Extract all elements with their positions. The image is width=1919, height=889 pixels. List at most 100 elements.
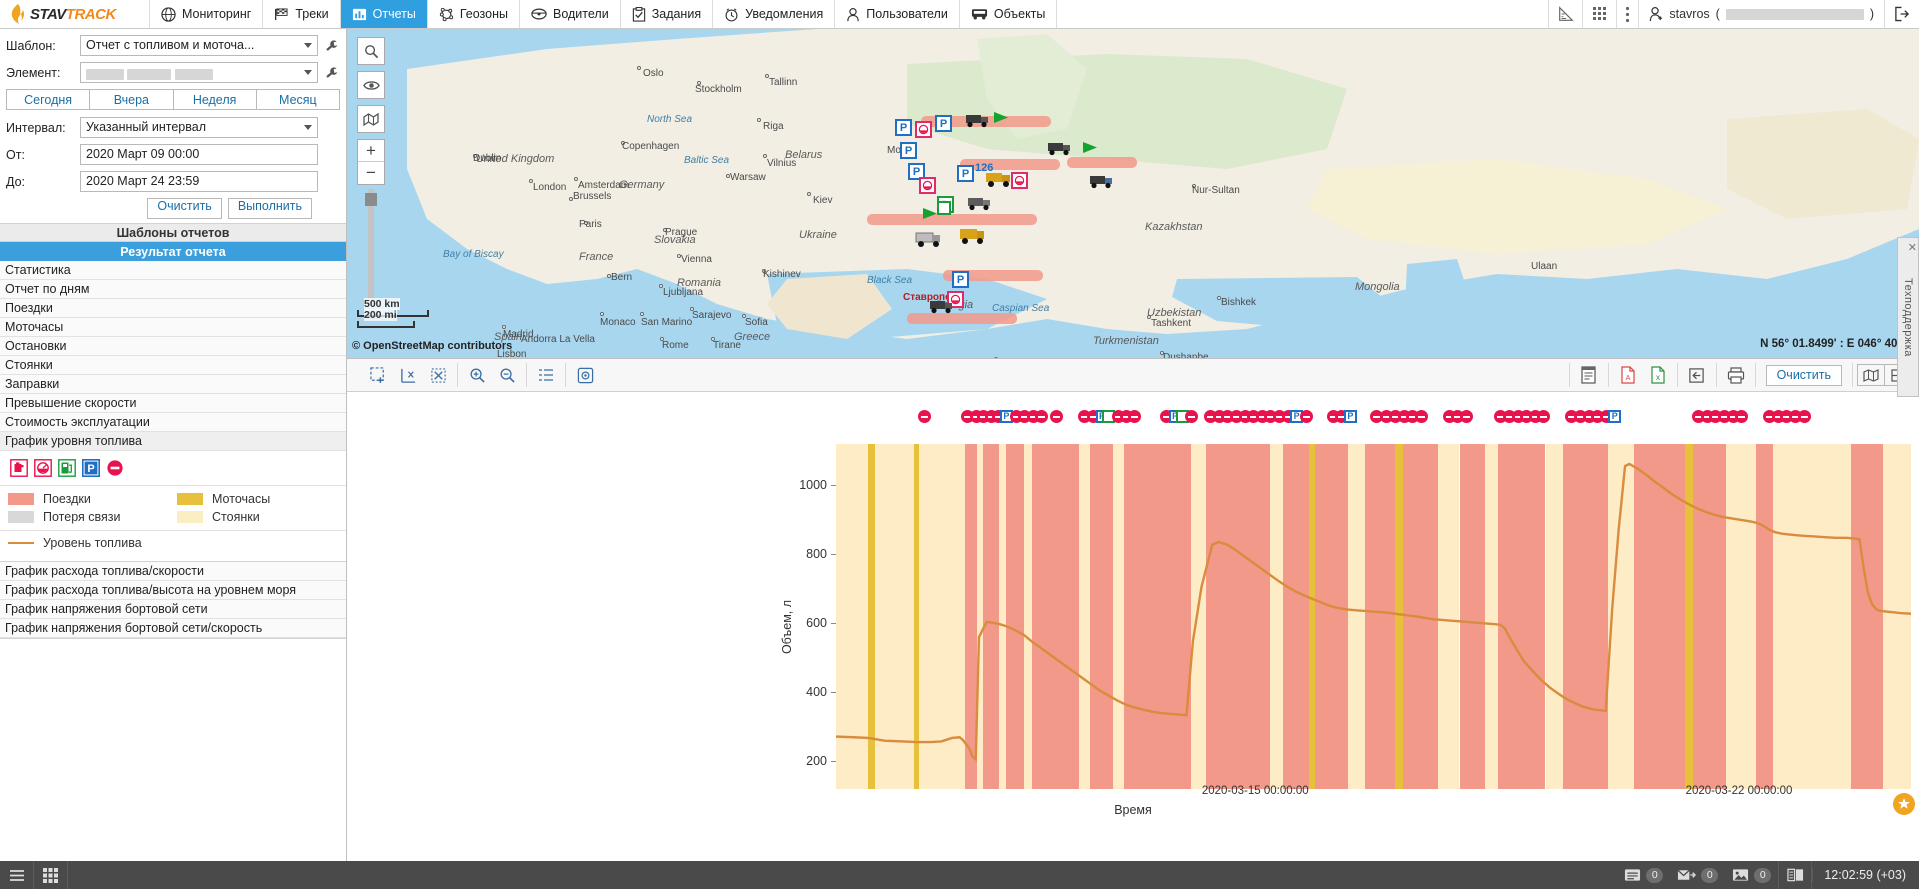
document-icon[interactable]	[1574, 359, 1604, 391]
eye-icon[interactable]	[357, 71, 385, 99]
status-messages[interactable]: 0	[1617, 867, 1670, 883]
map-marker-truck-8[interactable]	[929, 297, 955, 318]
report-item-fuel-speed-chart[interactable]: График расхода топлива/скорости	[0, 562, 346, 581]
report-item-daily-report[interactable]: Отчет по дням	[0, 280, 346, 299]
template-select[interactable]: Отчет с топливом и моточа...	[80, 35, 318, 56]
report-item-refuels[interactable]: Заправки	[0, 375, 346, 394]
report-item-engine-hours[interactable]: Моточасы	[0, 318, 346, 337]
template-settings-wrench-icon[interactable]	[322, 38, 340, 54]
nav-item-tracks[interactable]: Треки	[263, 0, 341, 28]
print-icon[interactable]	[1721, 359, 1751, 391]
execute-report-button[interactable]: Выполнить	[227, 198, 312, 219]
fuel-pump-icon[interactable]	[58, 459, 76, 477]
chart-event-parking-icon[interactable]: P	[1608, 410, 1622, 423]
close-icon[interactable]: ✕	[1908, 241, 1917, 254]
list-icon[interactable]	[531, 359, 561, 391]
grid-icon[interactable]	[34, 861, 68, 889]
zoom-in-button[interactable]: +	[358, 140, 384, 162]
report-item-trips[interactable]: Поездки	[0, 299, 346, 318]
zoom-slider-thumb[interactable]	[365, 193, 377, 206]
stop-icon[interactable]	[106, 459, 124, 477]
map-marker-parking-2[interactable]: P	[935, 115, 952, 132]
map-marker-green-square[interactable]	[937, 201, 951, 215]
map-marker-parking-1[interactable]: P	[895, 119, 912, 136]
ruler-icon[interactable]	[1549, 0, 1584, 28]
chart-event-stop-icon[interactable]	[1537, 410, 1551, 423]
import-icon[interactable]	[1682, 359, 1712, 391]
chart-clear-button[interactable]: Очистить	[1765, 364, 1842, 386]
logout-icon[interactable]	[1885, 0, 1919, 28]
map-marker-truck-1[interactable]	[965, 111, 991, 132]
clear-form-button[interactable]: Очистить	[147, 198, 222, 219]
chart-plot-area[interactable]: 200 400 600 800 1000	[799, 444, 1911, 789]
map-marker-truck-6[interactable]	[915, 229, 943, 252]
map-view[interactable]: North Sea Baltic Sea Bay of Biscay Black…	[347, 29, 1919, 359]
zoom-out-button[interactable]: −	[358, 162, 384, 184]
chart-event-stop-icon[interactable]	[1035, 410, 1049, 423]
report-item-stops[interactable]: Остановки	[0, 337, 346, 356]
period-yesterday-button[interactable]: Вчера	[89, 89, 173, 110]
status-images[interactable]: 0	[1725, 867, 1778, 883]
panel-icon[interactable]	[1778, 861, 1813, 889]
chart-event-stop-icon[interactable]	[1414, 410, 1428, 423]
nav-item-drivers[interactable]: Водители	[520, 0, 621, 28]
chart-event-stop-icon[interactable]	[1050, 410, 1064, 423]
to-date-input[interactable]: 2020 Март 24 23:59	[80, 171, 318, 192]
chart-event-stop-icon[interactable]	[1735, 410, 1749, 423]
chart-event-stop-icon[interactable]	[1459, 410, 1473, 423]
fuel-gauge-icon[interactable]	[34, 459, 52, 477]
map-marker-parking-6[interactable]: P	[952, 271, 969, 288]
map-marker-direction-1[interactable]	[993, 111, 1009, 127]
report-item-statistics[interactable]: Статистика	[0, 261, 346, 280]
nav-item-notifications[interactable]: Уведомления	[713, 0, 836, 28]
help-icon[interactable]	[1893, 793, 1915, 815]
map-marker-parking-5[interactable]: P	[957, 165, 974, 182]
map-marker-direction-2[interactable]	[1082, 141, 1098, 157]
zoom-slider[interactable]	[357, 189, 385, 304]
report-item-parkings[interactable]: Стоянки	[0, 356, 346, 375]
kebab-menu-icon[interactable]	[1617, 0, 1640, 28]
user-account-button[interactable]: stavros ( )	[1639, 0, 1885, 28]
chart-event-stop-icon[interactable]	[1184, 410, 1198, 423]
report-item-voltage-chart[interactable]: График напряжения бортовой сети	[0, 600, 346, 619]
excel-icon[interactable]: x	[1643, 359, 1673, 391]
layers-icon[interactable]	[357, 105, 385, 133]
expand-icon[interactable]	[423, 359, 453, 391]
nav-item-users[interactable]: Пользователи	[835, 0, 960, 28]
zoom-out-icon[interactable]	[492, 359, 522, 391]
search-icon[interactable]	[357, 37, 385, 65]
map-view-icon[interactable]	[1857, 364, 1885, 386]
result-section-header[interactable]: Результат отчета	[0, 242, 346, 261]
map-marker-fuel-2[interactable]	[919, 177, 936, 194]
fuel-level-chart[interactable]: PPPPPP 2004006008001000 Объем, л Время 2…	[347, 392, 1919, 861]
nav-item-monitoring[interactable]: Мониторинг	[150, 0, 264, 28]
select-box-icon[interactable]	[363, 359, 393, 391]
report-item-operating-cost[interactable]: Стоимость эксплуатации	[0, 413, 346, 432]
map-marker-truck-5[interactable]	[967, 194, 993, 215]
map-marker-fuel-1[interactable]	[915, 121, 932, 138]
chart-event-stop-icon[interactable]	[1299, 410, 1313, 423]
report-item-fuel-altitude-chart[interactable]: График расхода топлива/высота на уровнем…	[0, 581, 346, 600]
templates-section-header[interactable]: Шаблоны отчетов	[0, 223, 346, 242]
apps-grid-icon[interactable]	[1583, 0, 1618, 28]
target-icon[interactable]	[570, 359, 600, 391]
chart-event-parking-icon[interactable]: P	[1343, 410, 1357, 423]
map-marker-truck-7[interactable]	[959, 225, 987, 250]
map-marker-truck-2[interactable]	[1047, 139, 1073, 160]
app-logo[interactable]: STAVTRACK	[0, 0, 150, 28]
report-item-fuel-level-chart[interactable]: График уровня топлива	[0, 432, 346, 451]
chart-event-stop-icon[interactable]	[918, 410, 932, 423]
map-marker-fuel-3[interactable]	[1011, 172, 1028, 189]
from-date-input[interactable]: 2020 Март 09 00:00	[80, 144, 318, 165]
interval-select[interactable]: Указанный интервал	[80, 117, 318, 138]
element-settings-wrench-icon[interactable]	[322, 65, 340, 81]
period-today-button[interactable]: Сегодня	[6, 89, 90, 110]
support-tab[interactable]: Техподдержка	[1897, 237, 1919, 397]
map-marker-truck-3[interactable]	[985, 169, 1013, 192]
crosshair-axis-icon[interactable]	[393, 359, 423, 391]
nav-item-objects[interactable]: Объекты	[960, 0, 1058, 28]
chart-event-stop-icon[interactable]	[1797, 410, 1811, 423]
nav-item-geozones[interactable]: Геозоны	[428, 0, 520, 28]
report-item-voltage-speed-chart[interactable]: График напряжения бортовой сети/скорость	[0, 619, 346, 638]
chart-event-stop-icon[interactable]	[1127, 410, 1141, 423]
